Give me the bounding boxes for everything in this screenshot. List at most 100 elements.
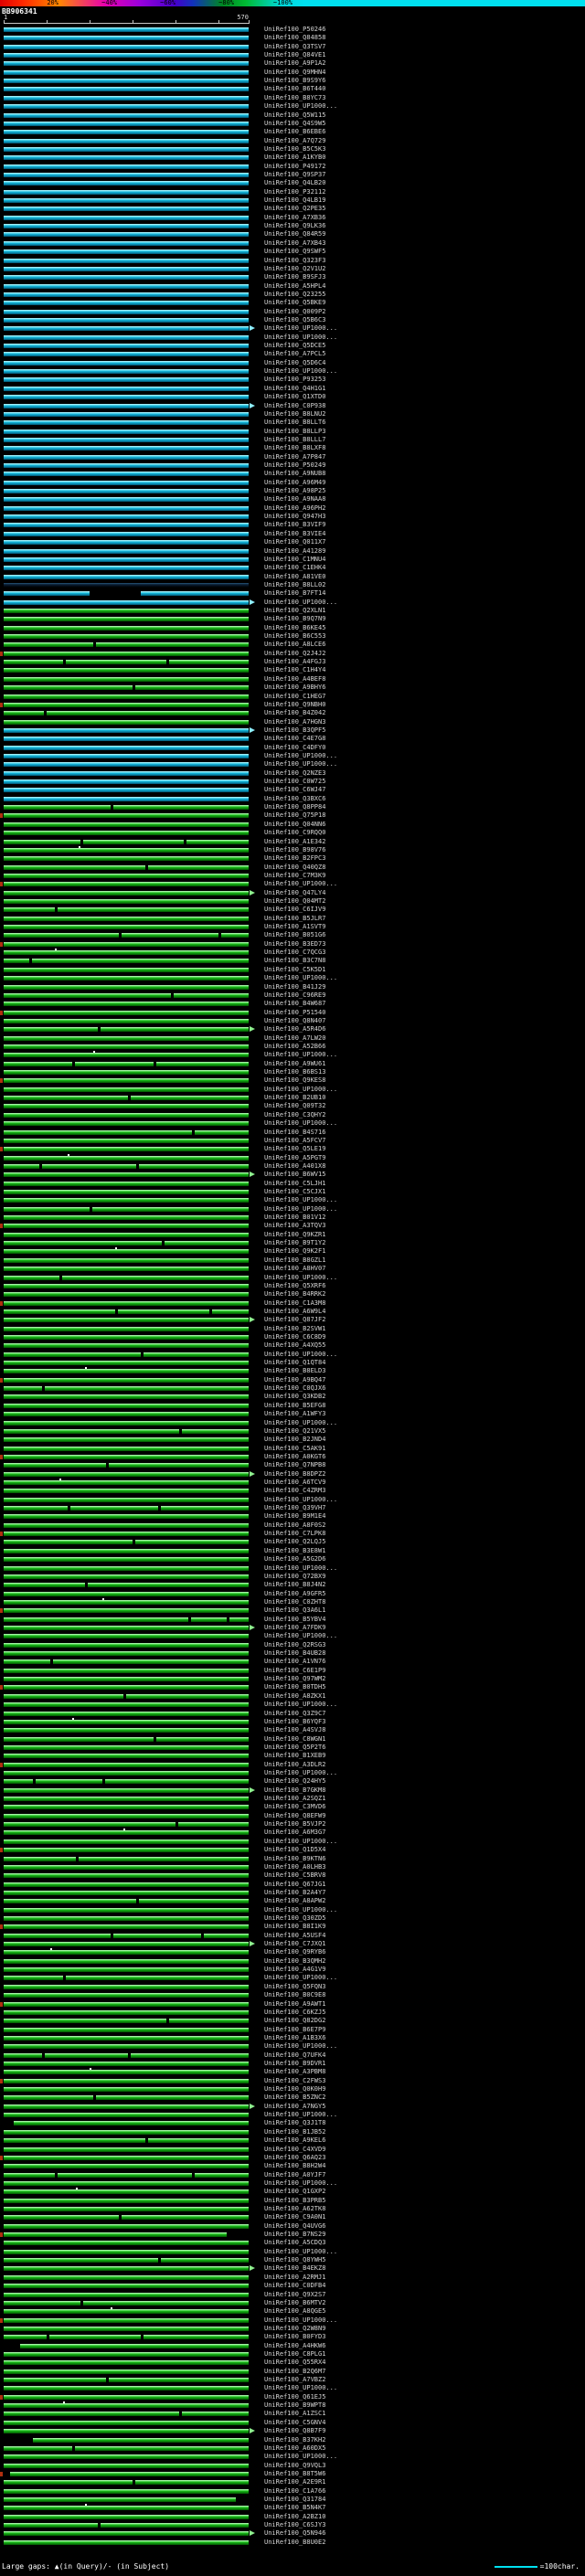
hit-label[interactable]: UniRef100_Q5DCE5 <box>264 342 325 350</box>
hit-label[interactable]: UniRef100_B0TDH5 <box>264 1683 325 1691</box>
hit-label[interactable]: UniRef100_B8YC73 <box>264 94 325 102</box>
hit-label[interactable]: UniRef100_UP1000... <box>264 1769 337 1777</box>
hit-label[interactable]: UniRef100_A5PGT9 <box>264 1154 325 1162</box>
hit-label[interactable]: UniRef100_UP1000... <box>264 1351 337 1359</box>
hit-label[interactable]: UniRef100_UP1000... <box>264 752 337 760</box>
alignment-bar[interactable] <box>4 1532 249 1537</box>
hit-label[interactable]: UniRef100_P51540 <box>264 1009 325 1017</box>
hit-label[interactable]: UniRef100_C5K5D1 <box>264 966 325 974</box>
hit-label[interactable]: UniRef100_B3ED73 <box>264 940 325 949</box>
alignment-bar[interactable] <box>4 207 249 212</box>
alignment-bar[interactable] <box>4 694 249 699</box>
hit-label[interactable]: UniRef100_C0W725 <box>264 778 325 786</box>
hit-label[interactable]: UniRef100_A4G1V9 <box>264 1966 325 1974</box>
hit-label[interactable]: UniRef100_Q9K2F1 <box>264 1247 325 1256</box>
alignment-bar[interactable] <box>4 292 249 297</box>
alignment-bar[interactable] <box>4 1933 249 1938</box>
hit-label[interactable]: UniRef100_Q8N407 <box>264 1017 325 1025</box>
hit-label[interactable]: UniRef100_UP1000... <box>264 2384 337 2392</box>
hit-label[interactable]: UniRef100_A9NAA8 <box>264 495 325 504</box>
alignment-bar[interactable] <box>4 1899 249 1904</box>
hit-label[interactable]: UniRef100_C5AK91 <box>264 1445 325 1453</box>
alignment-bar[interactable] <box>4 173 249 177</box>
hit-label[interactable]: UniRef100_Q5B6C3 <box>264 316 325 324</box>
hit-label[interactable]: UniRef100_Q40QZ8 <box>264 864 325 872</box>
alignment-bar[interactable] <box>4 1172 249 1178</box>
hit-label[interactable]: UniRef100_B3E8W1 <box>264 1547 325 1555</box>
hit-label[interactable]: UniRef100_Q04MT2 <box>264 897 325 906</box>
alignment-bar[interactable] <box>4 1061 249 1066</box>
alignment-bar[interactable] <box>4 2506 249 2511</box>
alignment-bar[interactable] <box>4 2155 249 2160</box>
alignment-bar[interactable] <box>4 557 249 562</box>
alignment-bar[interactable] <box>4 2309 249 2315</box>
alignment-bar[interactable] <box>4 130 249 135</box>
hit-label[interactable]: UniRef100_C8PLG1 <box>264 2350 325 2359</box>
alignment-bar[interactable] <box>4 2292 249 2297</box>
alignment-bar[interactable] <box>4 360 249 366</box>
hit-label[interactable]: UniRef100_UP1000... <box>264 1496 337 1504</box>
alignment-bar[interactable] <box>4 420 249 426</box>
alignment-bar[interactable] <box>4 907 249 913</box>
alignment-bar[interactable] <box>4 856 249 862</box>
alignment-bar[interactable] <box>4 685 249 691</box>
hit-label[interactable]: UniRef100_Q011X7 <box>264 538 325 546</box>
hit-label[interactable]: UniRef100_A9NUB8 <box>264 470 325 478</box>
hit-label[interactable]: UniRef100_A3TQV3 <box>264 1222 325 1230</box>
alignment-bar[interactable] <box>20 2343 249 2348</box>
alignment-bar[interactable] <box>4 1190 249 1194</box>
hit-label[interactable]: UniRef100_Q947H3 <box>264 513 325 521</box>
alignment-bar[interactable] <box>4 548 249 554</box>
alignment-bar[interactable] <box>4 1856 249 1861</box>
alignment-bar[interactable] <box>4 1078 249 1084</box>
alignment-bar[interactable] <box>4 1335 249 1340</box>
alignment-bar[interactable] <box>4 2172 249 2178</box>
hit-label[interactable]: UniRef100_UP1000... <box>264 2316 337 2325</box>
alignment-bar[interactable] <box>4 1377 249 1383</box>
alignment-bar[interactable] <box>4 1394 249 1400</box>
alignment-bar[interactable] <box>4 2386 249 2391</box>
alignment-bar[interactable] <box>4 1480 249 1485</box>
alignment-bar[interactable] <box>4 2335 249 2340</box>
hit-label[interactable]: UniRef100_Q5LE19 <box>264 1145 325 1153</box>
alignment-bar[interactable] <box>4 275 249 281</box>
hit-label[interactable]: UniRef100_B4Z042 <box>264 709 325 717</box>
hit-label[interactable]: UniRef100_B8LXF8 <box>264 444 325 452</box>
alignment-bar[interactable] <box>4 609 249 613</box>
hit-label[interactable]: UniRef100_A1WFY3 <box>264 1410 325 1418</box>
hit-label[interactable]: UniRef100_Q9VQL3 <box>264 2462 325 2470</box>
alignment-bar[interactable] <box>4 916 249 921</box>
alignment-bar[interactable] <box>4 1591 249 1596</box>
hit-label[interactable]: UniRef100_B3QMH2 <box>264 1957 325 1966</box>
hit-label[interactable]: UniRef100_P50246 <box>264 26 325 34</box>
alignment-bar[interactable] <box>4 1267 249 1272</box>
hit-label[interactable]: UniRef100_C6KZJ5 <box>264 2009 325 2017</box>
hit-label[interactable]: UniRef100_B6E7P9 <box>264 2026 325 2034</box>
alignment-bar[interactable] <box>4 1890 249 1895</box>
hit-label[interactable]: UniRef100_A8F0S2 <box>264 1521 325 1530</box>
alignment-bar[interactable] <box>4 984 249 990</box>
hit-label[interactable]: UniRef100_C7LPK8 <box>264 1530 325 1538</box>
alignment-bar[interactable] <box>4 497 249 503</box>
hit-label[interactable]: UniRef100_UP1000... <box>264 2179 337 2188</box>
alignment-bar[interactable] <box>4 429 249 434</box>
hit-label[interactable]: UniRef100_C1A766 <box>264 2487 325 2496</box>
alignment-bar[interactable] <box>4 1642 249 1648</box>
hit-label[interactable]: UniRef100_B9Q7N9 <box>264 615 325 623</box>
hit-label[interactable]: UniRef100_A52B66 <box>264 1043 325 1051</box>
alignment-bar[interactable] <box>4 1993 249 1998</box>
hit-label[interactable]: UniRef100_C96RE9 <box>264 991 325 1000</box>
hit-label[interactable]: UniRef100_C6WJ47 <box>264 786 325 794</box>
hit-label[interactable]: UniRef100_A1SVT9 <box>264 923 325 931</box>
hit-label[interactable]: UniRef100_Q24HY5 <box>264 1777 325 1786</box>
hit-label[interactable]: UniRef100_Q8PP84 <box>264 803 325 811</box>
alignment-bar[interactable] <box>4 1822 249 1828</box>
alignment-bar[interactable] <box>4 514 249 520</box>
alignment-bar[interactable] <box>4 1087 249 1092</box>
hit-label[interactable]: UniRef100_B5ZNC2 <box>264 2094 325 2102</box>
hit-label[interactable]: UniRef100_P49172 <box>264 163 325 171</box>
alignment-bar[interactable] <box>4 2147 249 2152</box>
hit-label[interactable]: UniRef100_Q8EFW9 <box>264 1812 325 1820</box>
hit-label[interactable]: UniRef100_Q9SP37 <box>264 171 325 179</box>
alignment-bar[interactable] <box>4 87 249 92</box>
